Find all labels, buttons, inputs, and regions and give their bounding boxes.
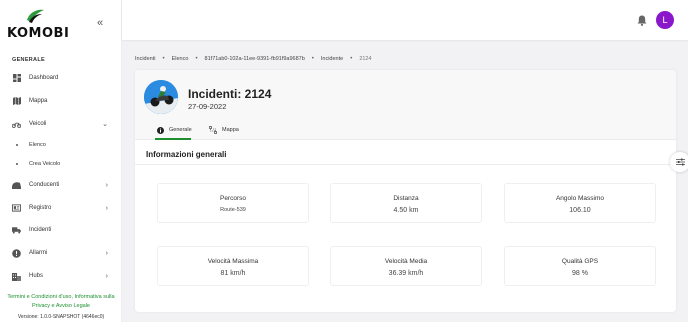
leaf-logo-icon <box>27 9 44 23</box>
stat-value: 36.39 km/h <box>388 270 424 277</box>
breadcrumb-separator: • <box>195 56 198 62</box>
breadcrumb-separator: • <box>350 56 353 62</box>
sidebar-item-label: Incidenti <box>29 227 52 233</box>
building-icon <box>12 272 21 281</box>
sidebar-item-conducenti[interactable]: Conducenti › <box>0 176 121 194</box>
tab-label: Generale <box>169 127 192 133</box>
stat-qualita-gps: Qualità GPS 98 % <box>504 246 656 286</box>
logo-text: KOMOBI <box>7 26 70 41</box>
incident-header: Incidenti: 2124 27-09-2022 Generale Mapp… <box>135 70 676 140</box>
motorcycle-icon <box>12 120 21 129</box>
legal-notice-link[interactable]: Privacy e Avviso Legale <box>32 303 90 309</box>
section-divider <box>135 164 676 165</box>
dashboard-icon <box>12 74 21 83</box>
nav-section-label: GENERALE <box>12 57 45 63</box>
breadcrumb: Incidenti • Elenco • 81f71ab0-102a-11ee-… <box>135 56 372 62</box>
stat-value: 106.10 <box>569 207 591 214</box>
stat-label: Percorso <box>219 195 246 202</box>
stat-value: 98 % <box>572 270 588 277</box>
stat-distanza: Distanza 4.50 km <box>330 183 482 223</box>
tab-label: Mappa <box>222 127 239 133</box>
register-icon <box>12 204 21 213</box>
stat-angolo-massimo: Angolo Massimo 106.10 <box>504 183 656 223</box>
sliders-icon <box>675 158 685 166</box>
sidebar-item-label: Mappa <box>29 98 48 104</box>
bullet-icon <box>16 163 18 165</box>
incident-card: Incidenti: 2124 27-09-2022 Generale Mapp… <box>135 70 676 312</box>
stat-label: Velocità Massima <box>207 258 259 265</box>
sidebar-item-hubs[interactable]: Hubs › <box>0 267 121 285</box>
stat-label: Distanza <box>393 195 419 202</box>
sidebar-subitem-crea-veicolo[interactable]: Crea Veicolo <box>0 156 121 172</box>
app-version: Versione: 1.0.0-SNAPSHOT (4646ec0) <box>17 314 105 320</box>
user-avatar[interactable]: L <box>656 11 674 29</box>
general-info-title: Informazioni generali <box>146 150 227 159</box>
incident-title: Incidenti: 2124 <box>188 87 272 101</box>
notifications-bell-icon[interactable] <box>637 13 647 31</box>
stat-label: Angolo Massimo <box>555 195 605 202</box>
sidebar-item-label: Conducenti <box>29 182 60 188</box>
tab-mappa[interactable]: Mappa <box>209 122 239 138</box>
breadcrumb-separator: • <box>311 56 314 62</box>
tab-generale[interactable]: Generale <box>157 122 192 138</box>
breadcrumb-incidente[interactable]: Incidente <box>321 56 343 62</box>
breadcrumb-current: 2124 <box>359 56 372 62</box>
stat-value: 4.50 km <box>393 207 419 214</box>
breadcrumb-incidenti[interactable]: Incidenti <box>135 56 156 62</box>
terms-privacy-link[interactable]: Termini e Condizioni d'uso, Informativa … <box>7 294 114 300</box>
stat-velocita-massima: Velocità Massima 81 km/h <box>157 246 309 286</box>
sidebar-item-label: Hubs <box>29 273 44 279</box>
settings-sliders-button[interactable] <box>670 152 688 172</box>
stat-label: Velocità Media <box>384 258 428 265</box>
chevron-right-icon: › <box>105 204 108 212</box>
sidebar-item-label: Allarmi <box>29 250 48 256</box>
sidebar-subitem-label: Elenco <box>29 142 46 148</box>
incident-image <box>144 80 178 114</box>
bullet-icon <box>16 144 18 146</box>
active-tab-indicator <box>155 138 191 140</box>
sidebar: KOMOBI « GENERALE Dashboard Mappa Veicol… <box>0 0 122 322</box>
sidebar-item-label: Dashboard <box>29 75 59 81</box>
sidebar-item-dashboard[interactable]: Dashboard <box>0 69 121 87</box>
breadcrumb-vehicle-id[interactable]: 81f71ab0-102a-11ee-9391-fb91f9a9687b <box>205 56 305 62</box>
alarm-icon <box>12 248 21 258</box>
sidebar-subitem-label: Crea Veicolo <box>29 161 61 167</box>
stat-percorso: Percorso Route-539 <box>157 183 309 223</box>
breadcrumb-elenco[interactable]: Elenco <box>172 56 189 62</box>
sidebar-subitem-elenco[interactable]: Elenco <box>0 137 121 153</box>
info-icon <box>157 126 164 134</box>
driver-icon <box>12 181 21 190</box>
sidebar-item-registro[interactable]: Registro › <box>0 199 121 217</box>
logo[interactable]: KOMOBI <box>7 8 77 42</box>
stat-velocita-media: Velocità Media 36.39 km/h <box>330 246 482 286</box>
sidebar-item-label: Registro <box>29 205 52 211</box>
sidebar-item-allarmi[interactable]: Allarmi › <box>0 244 121 262</box>
chevron-right-icon: › <box>105 272 108 280</box>
chevron-down-icon: ⌄ <box>102 121 108 128</box>
incident-date: 27-09-2022 <box>188 102 227 111</box>
sidebar-item-mappa[interactable]: Mappa <box>0 92 121 110</box>
stat-label: Qualità GPS <box>561 258 599 265</box>
topbar: L <box>122 0 688 40</box>
chevron-right-icon: › <box>105 249 108 257</box>
breadcrumb-separator: • <box>162 56 165 62</box>
map-icon <box>12 97 21 106</box>
truck-icon <box>12 226 21 235</box>
sidebar-item-label: Veicoli <box>29 121 47 127</box>
collapse-sidebar-icon[interactable]: « <box>97 18 103 29</box>
map-route-icon <box>209 126 217 134</box>
sidebar-item-veicoli[interactable]: Veicoli ⌄ <box>0 115 121 133</box>
legal-links: Termini e Condizioni d'uso, Informativa … <box>2 293 120 311</box>
stat-value: 81 km/h <box>220 270 246 277</box>
chevron-right-icon: › <box>105 181 108 189</box>
sidebar-item-incidenti[interactable]: Incidenti <box>0 221 121 239</box>
stat-value: Route-539 <box>220 207 246 213</box>
